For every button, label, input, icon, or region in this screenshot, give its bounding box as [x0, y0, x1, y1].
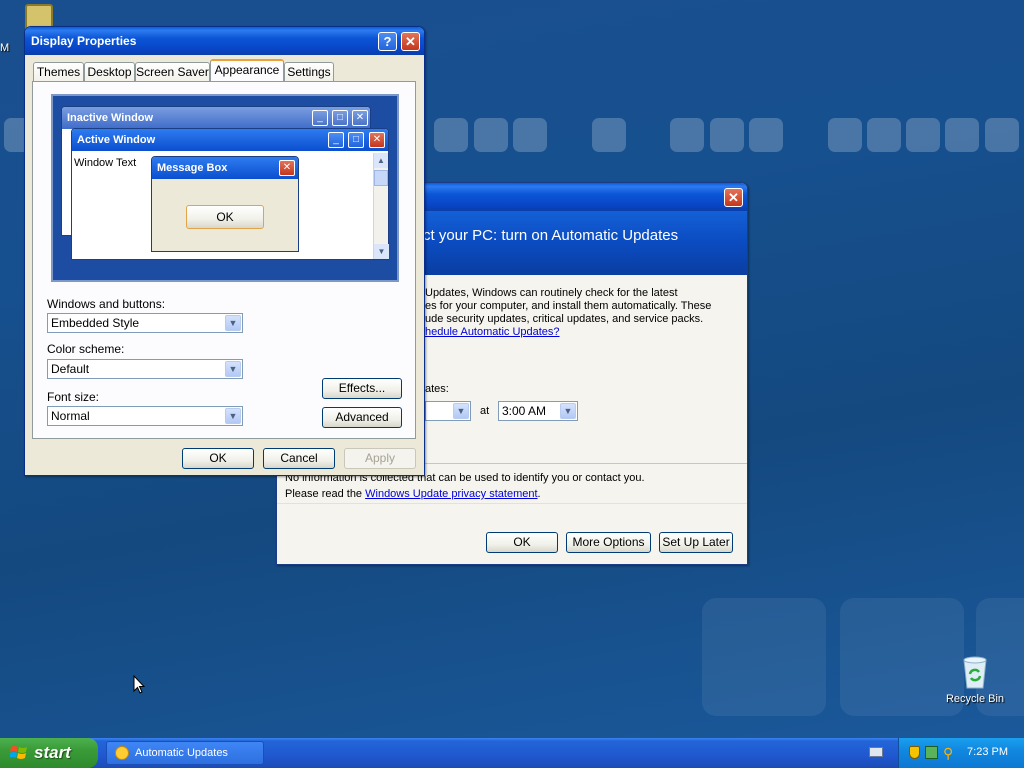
privacy-statement-line: Please read the Windows Update privacy s…	[285, 488, 645, 501]
maximize-icon: □	[332, 110, 348, 126]
ok-button[interactable]: OK	[486, 532, 558, 553]
preview-message-box: Message Box ✕ OK	[151, 156, 299, 252]
network-icon[interactable]	[925, 746, 938, 759]
close-icon: ✕	[279, 160, 295, 176]
font-size-value: Normal	[51, 409, 90, 423]
display-properties-window: Display Properties ? ✕ Themes Desktop Sc…	[24, 26, 425, 476]
privacy-statement-link[interactable]: Windows Update privacy statement	[365, 488, 537, 500]
windows-logo-icon	[10, 746, 27, 759]
separator	[277, 503, 747, 504]
appearance-preview: Inactive Window _ □ ✕ Active Window _ □ …	[51, 94, 399, 282]
chevron-down-icon: ▼	[560, 403, 576, 419]
start-label: start	[34, 743, 71, 762]
at-label: at	[480, 405, 490, 417]
cancel-button[interactable]: Cancel	[263, 448, 335, 469]
font-size-label: Font size:	[47, 390, 100, 404]
system-tray: ⚲ 7:23 PM	[898, 738, 1024, 768]
windows-and-buttons-select[interactable]: Embedded Style ▼	[47, 313, 243, 333]
banner-title: ct your PC: turn on Automatic Updates	[423, 227, 679, 244]
taskbar-item-label: Automatic Updates	[135, 747, 228, 759]
recycle-bin-icon	[963, 656, 987, 689]
schedule-link[interactable]: hedule Automatic Updates?	[425, 326, 711, 339]
tab-desktop[interactable]: Desktop	[84, 62, 135, 81]
scroll-down-icon: ▼	[374, 244, 389, 259]
apply-button[interactable]: Apply	[344, 448, 416, 469]
windows-and-buttons-label: Windows and buttons:	[47, 297, 166, 311]
help-button[interactable]: ?	[378, 32, 397, 51]
chevron-down-icon: ▼	[225, 408, 241, 424]
description-line: Updates, Windows can routinely check for…	[425, 287, 678, 299]
close-icon: ✕	[352, 110, 368, 126]
chevron-down-icon: ▼	[453, 403, 469, 419]
tab-settings[interactable]: Settings	[284, 62, 334, 81]
scroll-thumb	[374, 170, 388, 186]
color-scheme-select[interactable]: Default ▼	[47, 359, 243, 379]
preview-message-titlebar: Message Box	[152, 157, 298, 179]
minimize-icon: _	[312, 110, 328, 126]
preview-scrollbar: ▲ ▼	[373, 153, 389, 259]
keyboard-icon[interactable]	[869, 747, 883, 757]
taskbar: start Automatic Updates ⚲ 7:23 PM	[0, 738, 1024, 768]
display-properties-titlebar[interactable]: Display Properties ? ✕	[25, 27, 424, 55]
description-line: ude security updates, critical updates, …	[425, 313, 704, 325]
tab-themes[interactable]: Themes	[33, 62, 84, 81]
close-icon: ✕	[369, 132, 385, 148]
ok-button[interactable]: OK	[182, 448, 254, 469]
chevron-down-icon: ▼	[225, 315, 241, 331]
preview-window-text: Window Text	[74, 157, 137, 169]
close-icon: ✕	[405, 34, 416, 49]
preview-ok-button: OK	[186, 205, 264, 229]
privacy-text: No information is collected that can be …	[285, 472, 645, 501]
mouse-cursor-icon	[133, 675, 145, 694]
tab-screen-saver[interactable]: Screen Saver	[135, 62, 210, 81]
color-scheme-label: Color scheme:	[47, 342, 125, 356]
minimize-icon: _	[328, 132, 344, 148]
preview-message-title: Message Box	[157, 162, 228, 174]
time-value: 3:00 AM	[502, 404, 547, 418]
preview-active-title: Active Window	[77, 134, 156, 146]
day-select[interactable]: ▼	[425, 401, 471, 421]
description-text: Updates, Windows can routinely check for…	[425, 287, 711, 339]
security-shield-icon[interactable]	[909, 746, 920, 759]
time-select[interactable]: 3:00 AM ▼	[498, 401, 578, 421]
recycle-bin[interactable]: Recycle Bin	[940, 656, 1010, 705]
start-button[interactable]: start	[0, 738, 98, 768]
description-line: es for your computer, and install them a…	[425, 300, 712, 312]
more-options-button[interactable]: More Options	[566, 532, 651, 553]
close-button[interactable]: ✕	[401, 32, 420, 51]
preview-inactive-title: Inactive Window	[67, 112, 154, 124]
appearance-panel: Inactive Window _ □ ✕ Active Window _ □ …	[32, 81, 416, 439]
clock[interactable]: 7:23 PM	[967, 746, 1008, 758]
effects-button[interactable]: Effects...	[322, 378, 402, 399]
privacy-suffix: .	[537, 488, 541, 500]
window-title: Display Properties	[31, 34, 137, 48]
close-button[interactable]: ✕	[724, 188, 743, 207]
tab-appearance[interactable]: Appearance	[210, 59, 284, 81]
recycle-bin-label: Recycle Bin	[945, 693, 1005, 705]
color-scheme-value: Default	[51, 362, 90, 376]
windows-update-icon	[115, 746, 129, 760]
question-icon: ?	[383, 34, 392, 49]
scroll-up-icon: ▲	[374, 153, 388, 168]
font-size-select[interactable]: Normal ▼	[47, 406, 243, 426]
advanced-button[interactable]: Advanced	[322, 407, 402, 428]
schedule-label: ates:	[425, 383, 449, 395]
close-icon: ✕	[728, 190, 739, 205]
windows-and-buttons-value: Embedded Style	[51, 316, 140, 330]
taskbar-item-automatic-updates[interactable]: Automatic Updates	[106, 741, 264, 765]
privacy-prefix: Please read the	[285, 488, 366, 500]
chevron-down-icon: ▼	[225, 361, 241, 377]
maximize-icon: □	[348, 132, 364, 148]
desktop-icon-label: M	[0, 42, 10, 54]
search-icon[interactable]: ⚲	[943, 745, 953, 762]
set-up-later-button[interactable]: Set Up Later	[659, 532, 733, 553]
